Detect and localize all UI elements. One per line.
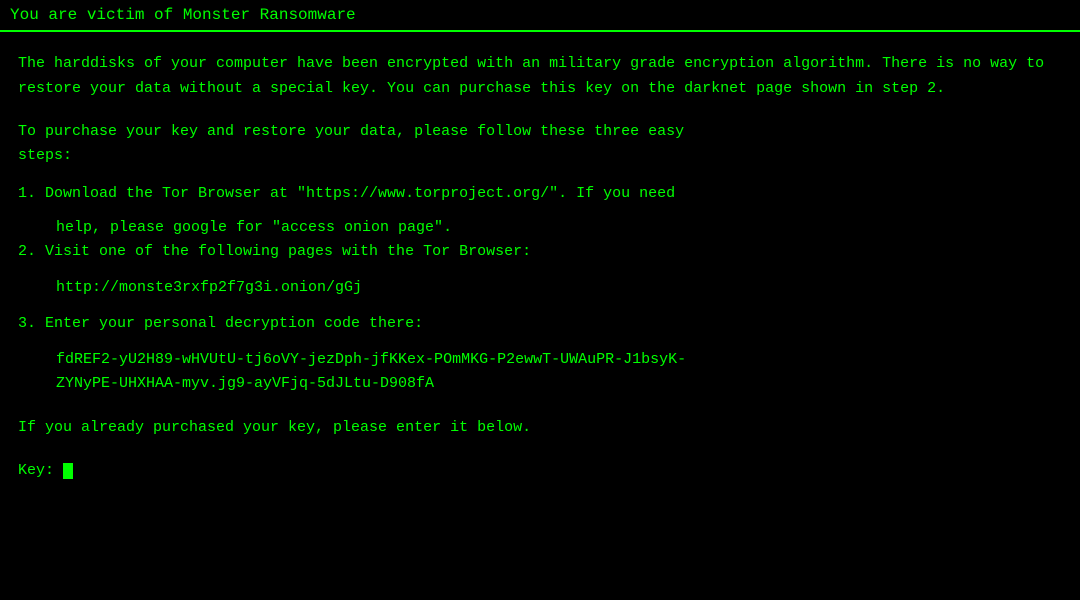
key-entry-row[interactable]: Key: [18, 459, 1062, 483]
title-text: You are victim of Monster Ransomware [10, 6, 356, 24]
paragraph-encryption-text: The harddisks of your computer have been… [18, 55, 1044, 97]
already-purchased-text: If you already purchased your key, pleas… [18, 416, 1062, 441]
decrypt-code-line2: ZYNyPE-UHXHAA-myv.jg9-ayVFjq-5dJLtu-D908… [56, 375, 434, 392]
step-3: 3. Enter your personal decryption code t… [18, 312, 1062, 336]
decrypt-code-line1: fdREF2-yU2H89-wHVUtU-tj6oVY-jezDph-jfKKe… [56, 351, 686, 368]
main-content: The harddisks of your computer have been… [0, 32, 1080, 502]
title-bar: You are victim of Monster Ransomware [0, 0, 1080, 32]
step-2: 2. Visit one of the following pages with… [18, 240, 1062, 264]
steps-intro-line2: steps: [18, 147, 72, 164]
paragraph-encryption: The harddisks of your computer have been… [18, 52, 1062, 102]
step-1-line2: help, please google for "access onion pa… [18, 216, 1062, 240]
steps-intro-line1: To purchase your key and restore your da… [18, 123, 684, 140]
onion-url[interactable]: http://monste3rxfp2f7g3i.onion/gGj [56, 276, 1062, 300]
cursor-blink [63, 463, 73, 479]
step-1-line1: 1. Download the Tor Browser at "https://… [18, 182, 1062, 206]
steps-intro: To purchase your key and restore your da… [18, 120, 1062, 168]
decrypt-code: fdREF2-yU2H89-wHVUtU-tj6oVY-jezDph-jfKKe… [56, 348, 1062, 396]
key-label: Key: [18, 462, 63, 479]
